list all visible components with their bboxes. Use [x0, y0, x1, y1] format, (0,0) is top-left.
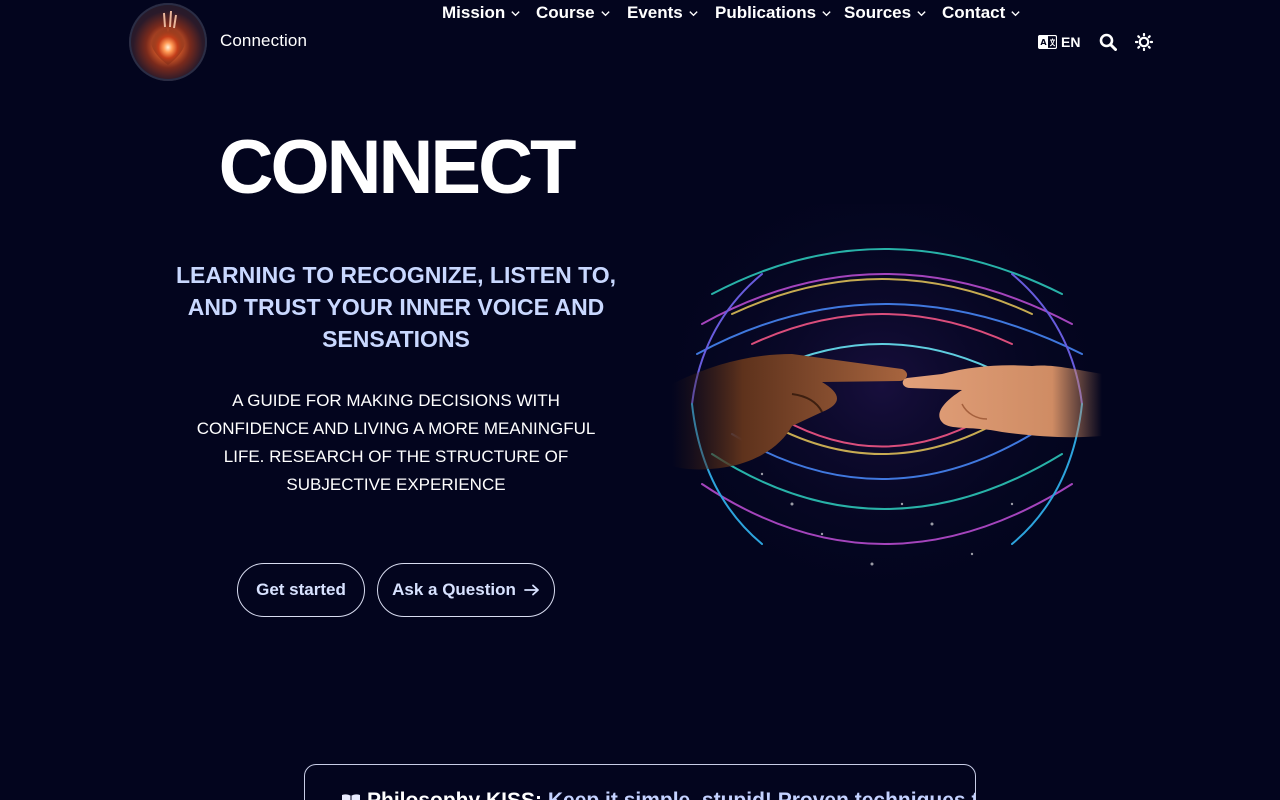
philosophy-card: Philosophy KISS: Keep it simple, stupid!… [304, 764, 976, 800]
hero-hands-image [672, 204, 1102, 594]
site-header: Connection Mission Course Events Publica… [0, 0, 1280, 84]
arrow-right-icon [523, 584, 539, 596]
svg-text:A: A [1040, 38, 1047, 47]
nav-mission-label: Mission [442, 3, 506, 22]
philosophy-lead: Philosophy KISS: [367, 789, 542, 800]
nav-publications-label: Publications [715, 3, 817, 22]
nav-events-label: Events [627, 3, 683, 22]
philosophy-text: Philosophy KISS: Keep it simple, stupid!… [341, 789, 975, 800]
philosophy-body: Keep it simple, stupid! Proven technique… [548, 789, 975, 800]
nav-contact[interactable]: Contact [942, 0, 1021, 26]
chevron-down-icon [600, 10, 610, 16]
chevron-down-icon [511, 10, 520, 16]
heart-logo[interactable] [129, 3, 207, 81]
ask-question-label: Ask a Question [392, 580, 516, 599]
chevron-down-icon [689, 10, 698, 16]
nav-sources-label: Sources [844, 3, 912, 22]
language-switcher[interactable]: A EN [1038, 29, 1080, 55]
nav-publications[interactable]: Publications [715, 0, 832, 26]
nav-contact-label: Contact [942, 3, 1006, 22]
get-started-label: Get started [256, 580, 346, 599]
hero-title: CONNECT [218, 125, 577, 210]
ask-question-button[interactable]: Ask a Question [377, 563, 555, 617]
chevron-down-icon [822, 10, 831, 16]
language-icon: A [1038, 35, 1057, 49]
search-icon[interactable] [1099, 33, 1117, 51]
brand-name[interactable]: Connection [220, 31, 307, 51]
language-label: EN [1061, 34, 1081, 50]
book-icon [342, 794, 360, 800]
nav-course-label: Course [536, 3, 595, 22]
hero-subtitle: LEARNING TO RECOGNIZE, LISTEN TO, AND TR… [175, 262, 616, 352]
hero-description: A GUIDE FOR MAKING DECISIONS WITH CONFID… [196, 391, 596, 494]
nav-sources[interactable]: Sources [844, 0, 927, 26]
get-started-button[interactable]: Get started [237, 563, 365, 617]
chevron-down-icon [917, 10, 926, 16]
chevron-down-icon [1011, 10, 1020, 16]
nav-events[interactable]: Events [627, 0, 699, 26]
nav-mission[interactable]: Mission [442, 0, 521, 26]
theme-toggle-icon[interactable] [1135, 33, 1153, 51]
nav-course[interactable]: Course [536, 0, 611, 26]
